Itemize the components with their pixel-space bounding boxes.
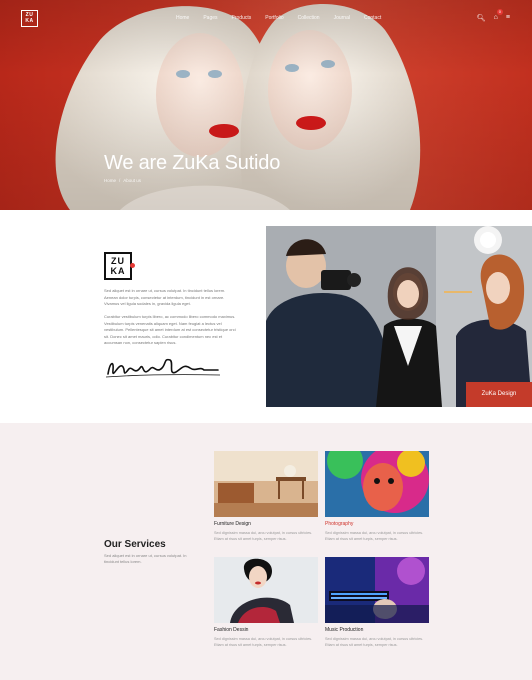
about-paragraph-2: Curabitur vestibulum turpis libero, ac c… [104,314,236,346]
breadcrumb: Home / About us [104,178,141,183]
fashion-image[interactable] [214,557,318,623]
cart-count-badge: 0 [496,9,503,15]
page-title: We are ZuKa Sutido [104,152,281,174]
service-card-photography[interactable]: Photography Sed dignissim massa dui, arc… [325,451,429,542]
service-name-fashion[interactable]: Fashion Dessin [214,627,318,633]
nav-item-products[interactable]: Products [232,15,252,21]
header-icons: 🔍︎ ⌂ 0 ≡ [477,9,510,22]
breadcrumb-current: About us [123,178,142,183]
furniture-image[interactable] [214,451,318,517]
service-card-music[interactable]: Music Production Sed dignissim massa dui… [325,557,429,648]
site-logo[interactable]: ZU KA [21,10,38,27]
service-name-music[interactable]: Music Production [325,627,429,633]
breadcrumb-separator: / [119,178,121,183]
nav-item-contact[interactable]: Contact [364,15,381,21]
menu-icon[interactable]: ≡ [506,14,510,22]
nav-item-home[interactable]: Home [176,15,189,21]
studio-photo: ZuKa Design [266,226,532,407]
signature-image [105,358,221,378]
logo-line2: KA [25,18,34,24]
nav-item-journal[interactable]: Journal [334,15,350,21]
service-text-furniture: Sed dignissim massa dui, arcu volutpat, … [214,531,313,541]
about-logo-line2: KA [110,266,126,276]
breadcrumb-home[interactable]: Home [104,178,116,183]
service-card-furniture[interactable]: Furniture Design Sed dignissim massa dui… [214,451,318,542]
service-text-photography: Sed dignissim massa dui, arcu volutpat, … [325,531,424,541]
nav-item-pages[interactable]: Pages [203,15,217,21]
service-name-furniture[interactable]: Furniture Design [214,521,318,527]
about-logo: ZU KA [104,252,135,280]
nav-item-portfolio[interactable]: Portfolio [265,15,283,21]
services-title: Our Services [104,539,166,550]
hero-overlay [0,0,532,210]
search-icon[interactable]: 🔍︎ [477,14,486,22]
hero-banner: ZU KA Home Pages Products Portfolio Coll… [0,0,532,210]
studio-photo-art [266,226,532,407]
logo-dot [130,263,135,268]
about-logo-line1: ZU [111,256,125,266]
nav-item-collection[interactable]: Collection [298,15,320,21]
photo-caption: ZuKa Design [466,382,532,407]
photography-image[interactable] [325,451,429,517]
about-paragraph-1: Sed aliquet est in ornare ut, cursus vol… [104,288,226,307]
service-text-fashion: Sed dignissim massa dui, arcu volutpat, … [214,637,313,647]
service-name-photography[interactable]: Photography [325,521,429,527]
cart-icon[interactable]: ⌂ 0 [494,9,503,22]
service-text-music: Sed dignissim massa dui, arcu volutpat, … [325,637,424,647]
main-nav: Home Pages Products Portfolio Collection… [176,15,381,21]
service-card-fashion[interactable]: Fashion Dessin Sed dignissim massa dui, … [214,557,318,648]
music-image[interactable] [325,557,429,623]
services-description: Sed aliquet est in ornare ut, cursus vol… [104,553,187,564]
